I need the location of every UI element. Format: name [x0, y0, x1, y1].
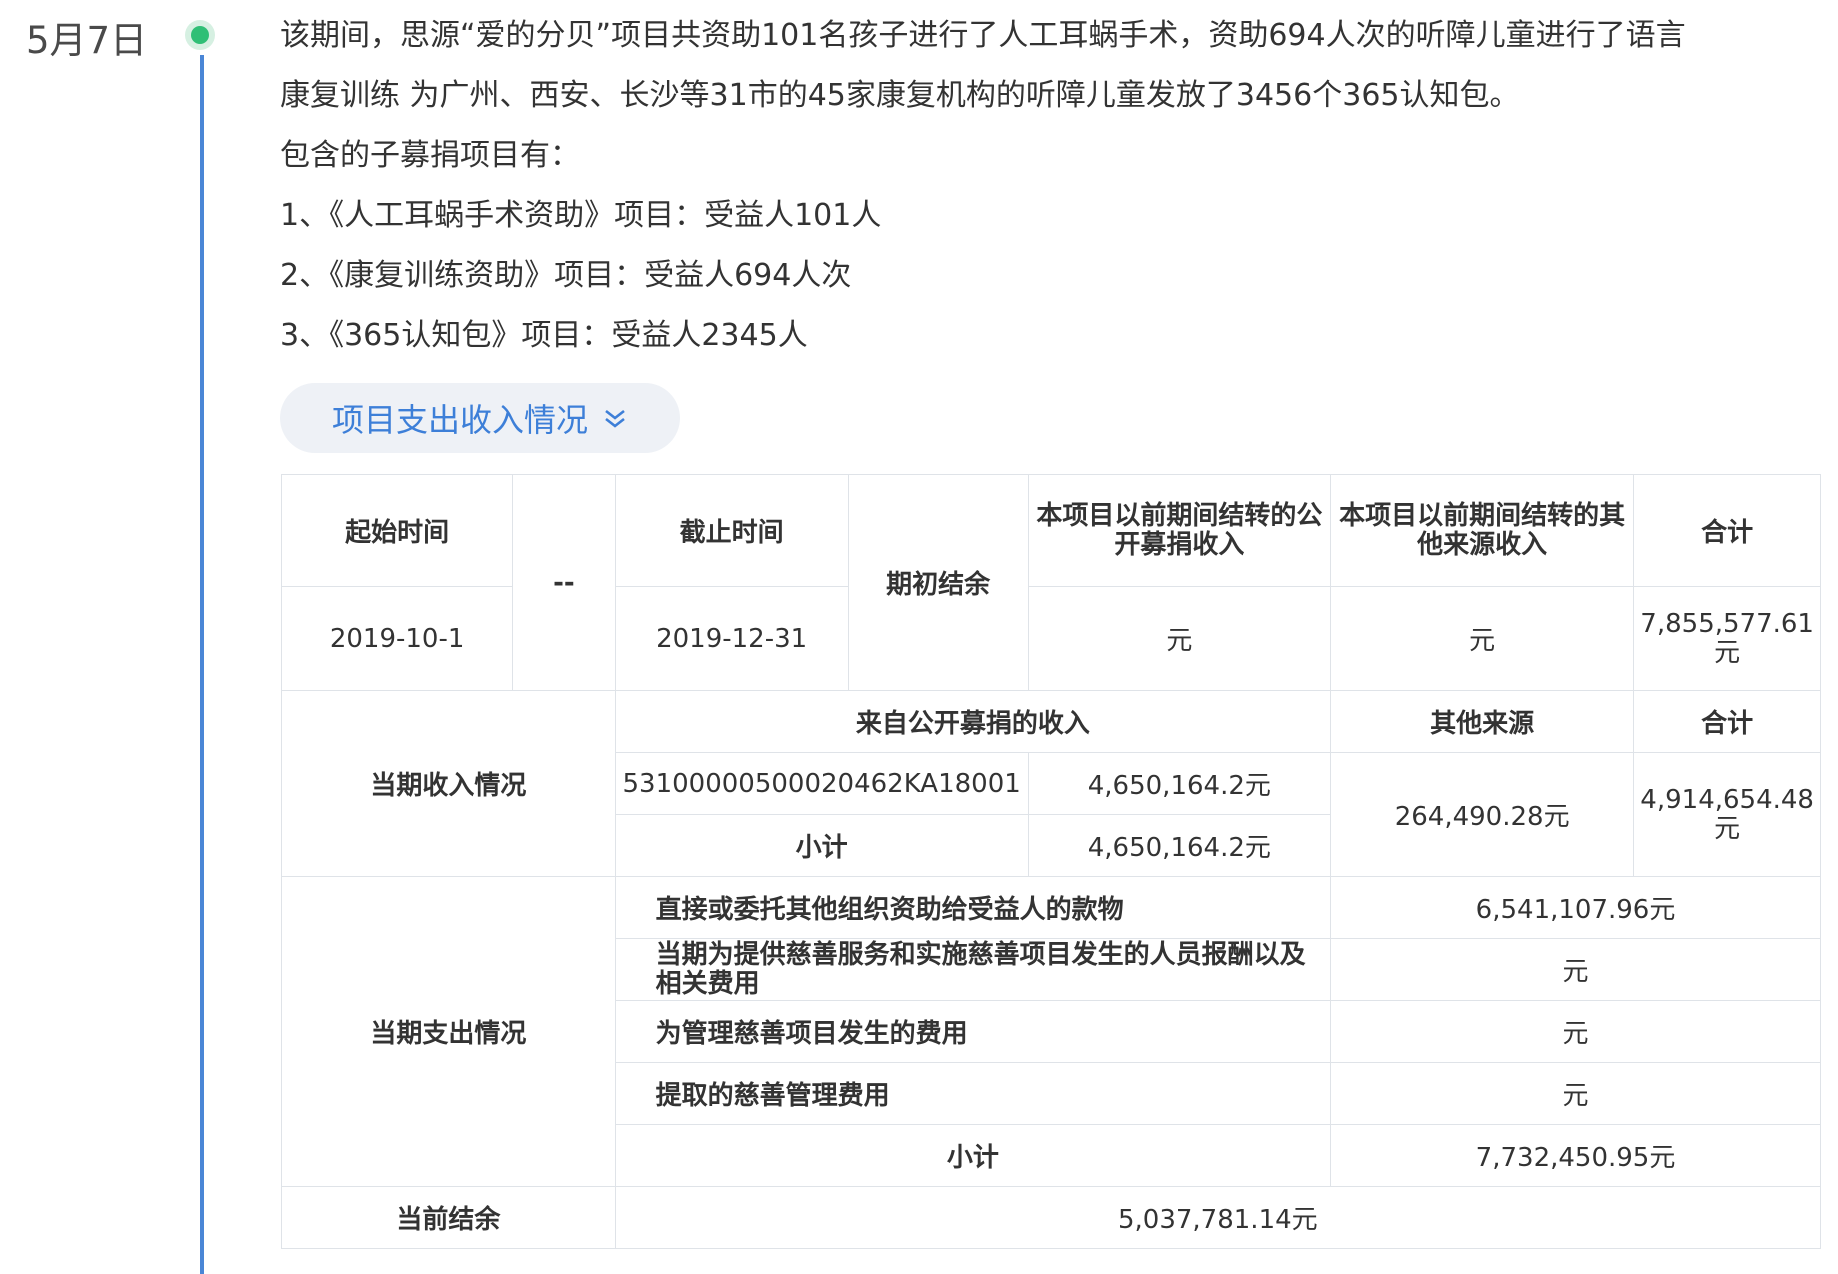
- timeline-content: 该期间，思源“爱的分贝”项目共资助101名孩子进行了人工耳蜗手术，资助694人次…: [280, 6, 1820, 366]
- summary-line-1: 该期间，思源“爱的分贝”项目共资助101名孩子进行了人工耳蜗手术，资助694人次…: [280, 18, 1686, 53]
- timeline-date: 5月7日: [26, 19, 148, 62]
- expense-item-value: 元: [1330, 1062, 1821, 1125]
- prev-other-income-header: 本项目以前期间结转的其他来源收入: [1330, 474, 1635, 587]
- expense-subtotal-value: 7,732,450.95元: [1330, 1124, 1821, 1187]
- double-chevron-down-icon: [602, 405, 628, 431]
- prev-other-income-value: 元: [1330, 586, 1635, 691]
- prev-public-income-value: 元: [1027, 586, 1332, 691]
- current-balance-value: 5,037,781.14元: [614, 1186, 1822, 1249]
- income-expense-toggle-button[interactable]: 项目支出收入情况: [280, 383, 680, 453]
- opening-total-value: 7,855,577.61元: [1633, 586, 1821, 691]
- income-total-header: 合计: [1633, 690, 1821, 753]
- toggle-label: 项目支出收入情况: [332, 401, 589, 439]
- other-source-header: 其他来源: [1330, 690, 1635, 753]
- timeline-line: [200, 55, 204, 1274]
- public-income-subtotal-value: 4,650,164.2元: [1027, 814, 1332, 877]
- expense-item-value: 6,541,107.96元: [1330, 876, 1821, 939]
- expense-item-label: 直接或委托其他组织资助给受益人的款物: [614, 876, 1332, 939]
- prev-public-income-header: 本项目以前期间结转的公开募捐收入: [1027, 474, 1332, 587]
- end-date-value: 2019-12-31: [614, 586, 849, 691]
- expense-item-label: 提取的慈善管理费用: [614, 1062, 1332, 1125]
- expense-item-value: 元: [1330, 1000, 1821, 1063]
- sub-project-item: 3、《365认知包》项目：受益人2345人: [280, 318, 808, 353]
- expense-item-value: 元: [1330, 938, 1821, 1001]
- income-total-value: 4,914,654.48元: [1633, 752, 1821, 877]
- public-income-header: 来自公开募捐的收入: [614, 690, 1332, 753]
- timeline-dot-icon: [185, 20, 215, 50]
- sub-project-item: 1、《人工耳蜗手术资助》项目：受益人101人: [280, 198, 882, 233]
- start-date-value: 2019-10-1: [280, 586, 514, 691]
- expense-item-label: 当期为提供慈善服务和实施慈善项目发生的人员报酬以及相关费用: [614, 938, 1332, 1001]
- start-time-header: 起始时间: [280, 474, 514, 587]
- permit-number: 53100000500020462KA18001: [614, 752, 1029, 815]
- period-dash: --: [512, 474, 616, 691]
- current-income-label: 当期收入情况: [281, 690, 616, 877]
- permit-amount: 4,650,164.2元: [1027, 752, 1332, 815]
- end-time-header: 截止时间: [614, 474, 849, 587]
- total-header: 合计: [1633, 474, 1821, 587]
- sub-projects-header: 包含的子募捐项目有：: [280, 138, 580, 173]
- public-income-subtotal-label: 小计: [614, 814, 1029, 877]
- summary-line-2: 康复训练 为广州、西安、长沙等31市的45家康复机构的听障儿童发放了3456个3…: [280, 78, 1520, 113]
- other-source-value: 264,490.28元: [1330, 752, 1635, 877]
- current-balance-label: 当前结余: [281, 1186, 616, 1249]
- opening-balance-header: 期初结余: [847, 474, 1029, 691]
- expense-subtotal-label: 小计: [614, 1124, 1332, 1187]
- expense-item-label: 为管理慈善项目发生的费用: [614, 1000, 1332, 1063]
- income-expense-table: 起始时间 -- 截止时间 期初结余 本项目以前期间结转的公开募捐收入 本项目以前…: [280, 474, 1822, 1249]
- current-expense-label: 当期支出情况: [281, 876, 616, 1187]
- sub-project-item: 2、《康复训练资助》项目：受益人694人次: [280, 258, 852, 293]
